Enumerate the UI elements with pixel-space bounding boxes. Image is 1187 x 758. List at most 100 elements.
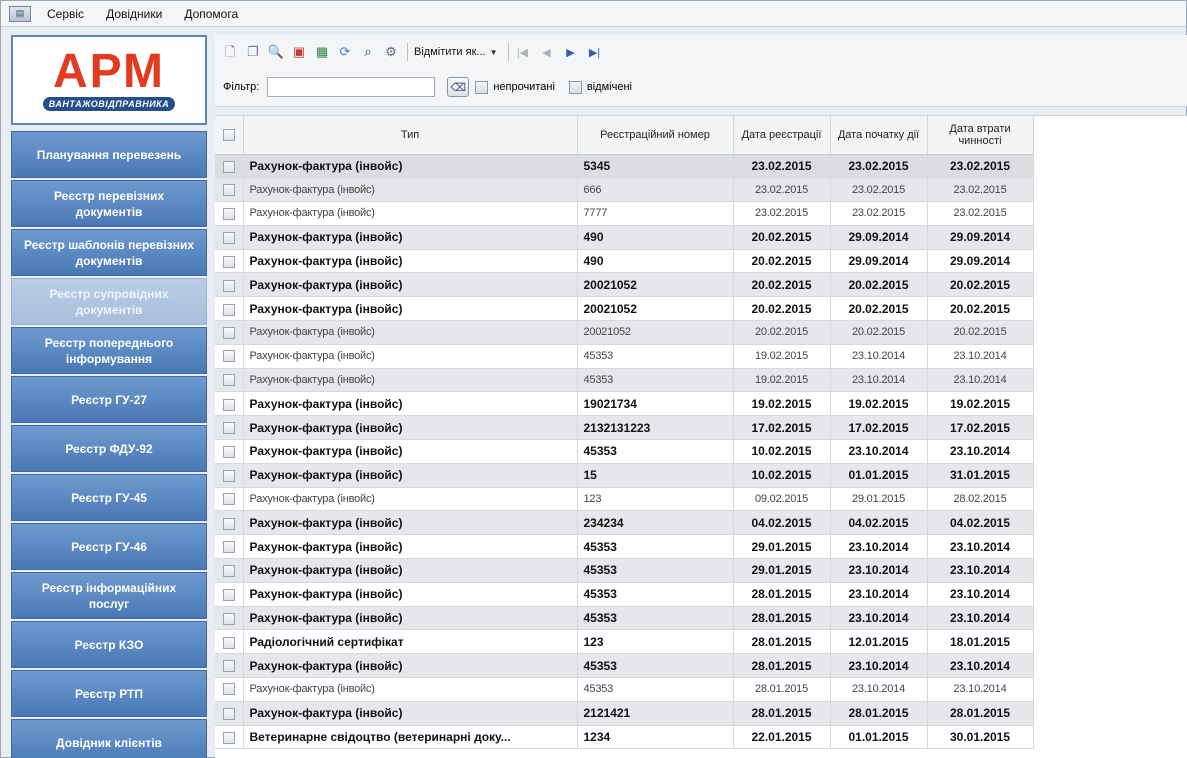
row-checkbox[interactable] (222, 160, 235, 173)
table-row[interactable]: Рахунок-фактура (інвойс) 5345 23.02.2015 23… (215, 154, 1034, 179)
sidebar-nav-button[interactable]: Реєстр попереднього інформування (11, 327, 207, 374)
column-header-end-date[interactable]: Дата втрати чинності (927, 116, 1034, 155)
copy-document-icon[interactable]: ❐ (244, 43, 262, 61)
sidebar-nav-button[interactable]: Реєстр супровідних документів (11, 278, 207, 325)
row-checkbox[interactable] (222, 232, 235, 245)
row-checkbox-cell[interactable] (215, 249, 244, 274)
preview-icon[interactable]: 🔍 (267, 43, 285, 61)
sidebar-nav-button[interactable]: Реєстр ГУ-46 (11, 523, 207, 570)
table-row[interactable]: Рахунок-фактура (інвойс) 45353 29.01.2015 2… (215, 558, 1034, 583)
table-row[interactable]: Рахунок-фактура (інвойс) 20021052 20.02.20… (215, 272, 1034, 298)
first-record-icon[interactable]: |◀ (515, 43, 531, 61)
sidebar-nav-button[interactable]: Планування перевезень (11, 131, 207, 178)
chevron-down-icon[interactable]: ▼ (490, 48, 498, 57)
sidebar-nav-button[interactable]: Реєстр перевізних документів (11, 180, 207, 227)
menu-directories[interactable]: Довідники (106, 7, 162, 21)
row-checkbox-cell[interactable] (215, 439, 244, 464)
row-checkbox[interactable] (222, 683, 235, 696)
row-checkbox[interactable] (222, 517, 235, 530)
last-record-icon[interactable]: ▶| (587, 43, 603, 61)
row-checkbox-cell[interactable] (215, 463, 244, 488)
table-row[interactable]: Рахунок-фактура (інвойс) 19021734 19.02.20… (215, 391, 1034, 417)
unread-checkbox[interactable] (475, 80, 489, 94)
row-checkbox-cell[interactable] (215, 677, 244, 702)
row-checkbox[interactable] (222, 493, 235, 506)
table-row[interactable]: Рахунок-фактура (інвойс) 20021052 20.02.20… (215, 296, 1034, 322)
previous-record-icon[interactable]: ◀ (539, 43, 555, 61)
row-checkbox[interactable] (222, 207, 235, 220)
row-checkbox[interactable] (222, 636, 235, 649)
row-checkbox[interactable] (222, 446, 235, 459)
table-row[interactable]: Рахунок-фактура (інвойс) 45353 19.02.2015 2… (215, 368, 1034, 393)
sidebar-nav-button[interactable]: Реєстр КЗО (11, 621, 207, 668)
row-checkbox-cell[interactable] (215, 629, 244, 655)
row-checkbox-cell[interactable] (215, 558, 244, 583)
row-checkbox[interactable] (222, 612, 235, 625)
table-row[interactable]: Рахунок-фактура (інвойс) 2132131223 17.02.… (215, 415, 1034, 441)
row-checkbox-cell[interactable] (215, 344, 244, 369)
table-row[interactable]: Рахунок-фактура (інвойс) 234234 04.02.2015… (215, 510, 1034, 536)
row-checkbox-cell[interactable] (215, 487, 244, 512)
row-checkbox-cell[interactable] (215, 606, 244, 631)
row-checkbox-cell[interactable] (215, 510, 244, 536)
mark-as-dropdown[interactable]: Відмітити як... (414, 46, 486, 58)
export-excel-icon[interactable]: ▦ (313, 43, 331, 61)
row-checkbox-cell[interactable] (215, 296, 244, 322)
row-checkbox-cell[interactable] (215, 653, 244, 679)
row-checkbox-cell[interactable] (215, 225, 244, 250)
table-row[interactable]: Рахунок-фактура (інвойс) 45353 29.01.2015 2… (215, 534, 1034, 560)
row-checkbox-cell[interactable] (215, 725, 244, 750)
row-checkbox[interactable] (222, 541, 235, 554)
table-row[interactable]: Рахунок-фактура (інвойс) 123 09.02.2015 29.… (215, 487, 1034, 512)
table-row[interactable]: Рахунок-фактура (інвойс) 45353 28.01.2015 2… (215, 677, 1034, 702)
menu-service[interactable]: Сервіс (47, 7, 84, 21)
refresh-icon[interactable]: ⟳ (336, 43, 354, 61)
row-checkbox-cell[interactable] (215, 534, 244, 560)
row-checkbox[interactable] (222, 183, 235, 196)
menu-help[interactable]: Допомога (184, 7, 238, 21)
delete-document-icon[interactable]: ▣ (290, 43, 308, 61)
row-checkbox[interactable] (222, 708, 235, 721)
column-header-reg-date[interactable]: Дата реєстрації (733, 116, 831, 155)
marked-checkbox[interactable] (568, 80, 582, 94)
table-row[interactable]: Рахунок-фактура (інвойс) 20021052 20.02.20… (215, 320, 1034, 345)
row-checkbox[interactable] (222, 350, 235, 363)
table-row[interactable]: Рахунок-фактура (інвойс) 666 23.02.2015 23.… (215, 177, 1034, 203)
table-row[interactable]: Рахунок-фактура (інвойс) 7777 23.02.2015 23… (215, 201, 1034, 226)
row-checkbox[interactable] (222, 255, 235, 268)
column-header-number[interactable]: Реєстраційний номер (577, 116, 734, 155)
filter-input[interactable] (267, 77, 436, 97)
table-row[interactable]: Ветеринарне свідоцтво (ветеринарні доку.… (215, 725, 1034, 750)
table-row[interactable]: Рахунок-фактура (інвойс) 15 10.02.2015 01.0… (215, 463, 1034, 488)
table-row[interactable]: Рахунок-фактура (інвойс) 45353 28.01.2015 2… (215, 582, 1034, 607)
row-checkbox-cell[interactable] (215, 201, 244, 226)
row-checkbox-cell[interactable] (215, 391, 244, 417)
row-checkbox-cell[interactable] (215, 154, 244, 179)
column-header-start-date[interactable]: Дата початку дії (830, 116, 928, 155)
select-all-checkbox[interactable] (222, 128, 235, 141)
row-checkbox-cell[interactable] (215, 582, 244, 607)
sidebar-nav-button[interactable]: Реєстр ГУ-27 (11, 376, 207, 423)
row-checkbox[interactable] (222, 565, 235, 578)
row-checkbox[interactable] (222, 660, 235, 673)
row-checkbox[interactable] (222, 326, 235, 339)
sidebar-nav-button[interactable]: Довідник клієнтів (11, 719, 207, 758)
new-document-icon[interactable]: 🗋 (221, 43, 239, 61)
select-all-header[interactable] (215, 116, 244, 155)
row-checkbox[interactable] (222, 422, 235, 435)
row-checkbox[interactable] (222, 731, 235, 744)
row-checkbox[interactable] (222, 374, 235, 387)
settings-icon[interactable]: ⚙ (382, 43, 400, 61)
row-checkbox[interactable] (222, 279, 235, 292)
row-checkbox[interactable] (222, 589, 235, 602)
find-icon[interactable]: ⌕ (359, 43, 377, 61)
row-checkbox-cell[interactable] (215, 701, 244, 726)
row-checkbox-cell[interactable] (215, 177, 244, 203)
table-row[interactable]: Рахунок-фактура (інвойс) 45353 28.01.2015 2… (215, 606, 1034, 631)
column-header-type[interactable]: Тип (243, 116, 578, 155)
row-checkbox-cell[interactable] (215, 272, 244, 298)
table-row[interactable]: Рахунок-фактура (інвойс) 45353 19.02.2015 2… (215, 344, 1034, 369)
row-checkbox[interactable] (222, 398, 235, 411)
sidebar-nav-button[interactable]: Реєстр ГУ-45 (11, 474, 207, 521)
table-row[interactable]: Рахунок-фактура (інвойс) 45353 10.02.2015 2… (215, 439, 1034, 464)
